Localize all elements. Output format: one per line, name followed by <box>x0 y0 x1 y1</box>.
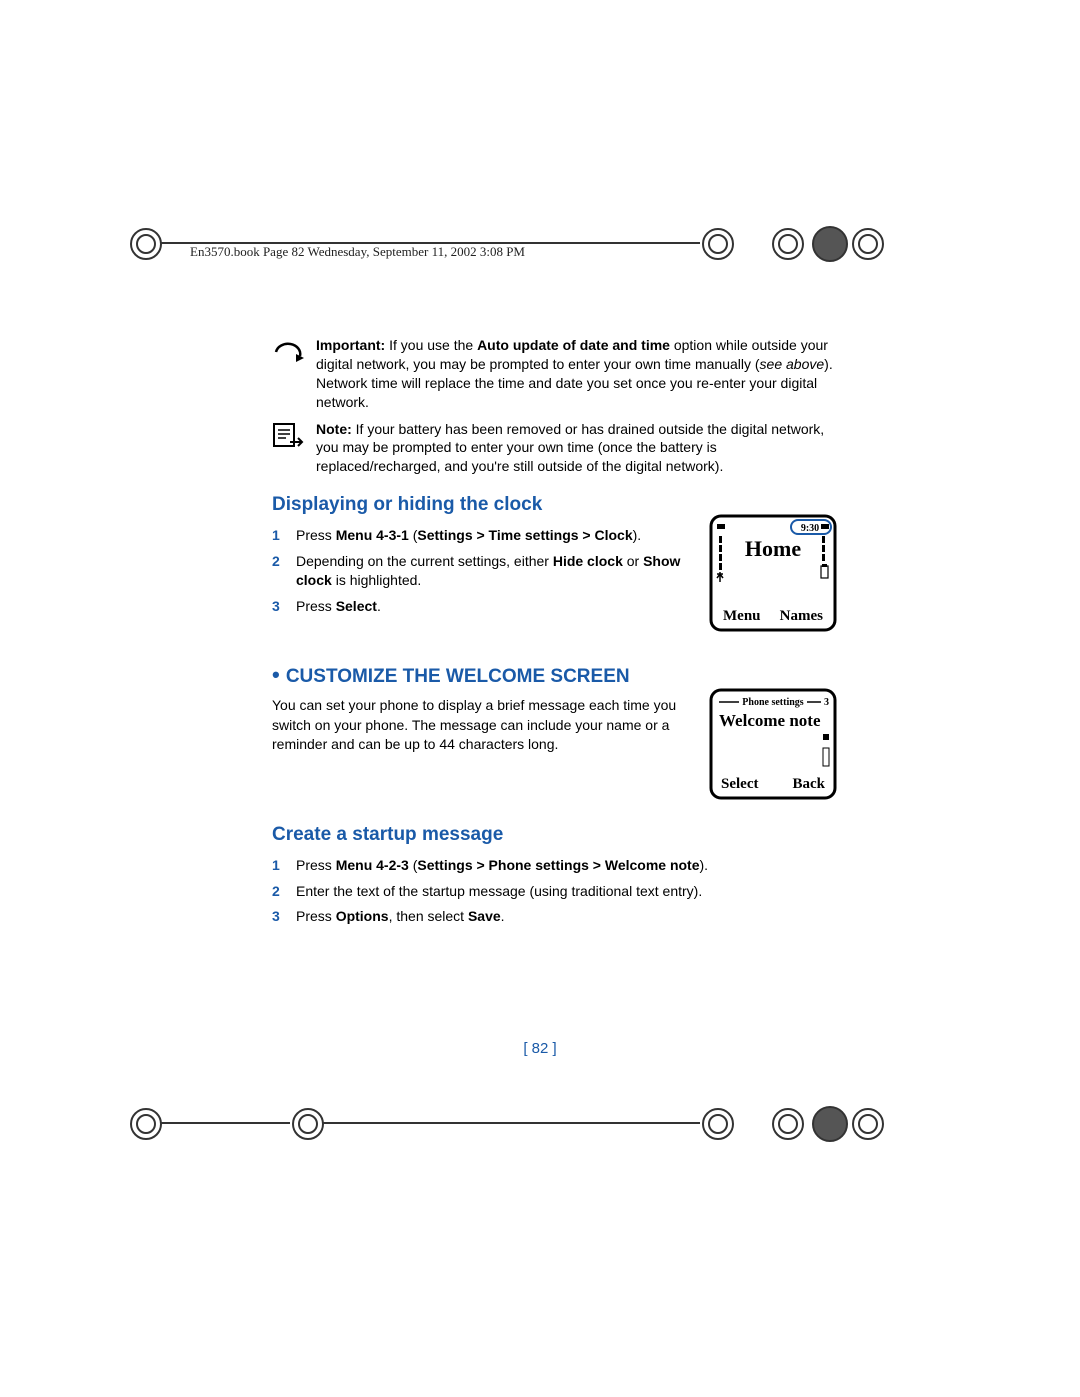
page-number: [ 82 ] <box>0 1040 1080 1057</box>
step-2: 2 Depending on the current settings, eit… <box>272 552 699 591</box>
heading-customize-welcome: Customize the welcome screen <box>272 662 837 688</box>
section-display-clock: 9:30 Home Menu N <box>272 494 837 638</box>
svg-text:Welcome note: Welcome note <box>719 711 821 730</box>
startup-step-3: 3 Press Options, then select Save. <box>272 907 837 927</box>
svg-text:9:30: 9:30 <box>801 523 819 534</box>
document-page: En3570.book Page 82 Wednesday, September… <box>0 0 1080 1397</box>
phone-screen-welcome: Phone settings 3 Welcome note Select Bac… <box>709 688 837 800</box>
startup-step-2: 2 Enter the text of the startup message … <box>272 882 837 902</box>
svg-text:Home: Home <box>745 536 801 561</box>
svg-text:Phone settings: Phone settings <box>742 697 804 708</box>
heading-display-clock: Displaying or hiding the clock <box>272 494 837 516</box>
important-block: Important: If you use the Auto update of… <box>272 336 837 412</box>
note-icon <box>272 422 304 450</box>
page-header: En3570.book Page 82 Wednesday, September… <box>190 244 525 260</box>
step-3: 3 Press Select. <box>272 597 699 617</box>
section-customize-welcome: Phone settings 3 Welcome note Select Bac… <box>272 662 837 806</box>
svg-text:Names: Names <box>780 608 823 624</box>
heading-create-startup: Create a startup message <box>272 824 837 846</box>
note-block: Note: If your battery has been removed o… <box>272 420 837 477</box>
important-icon <box>272 338 306 366</box>
startup-step-1: 1 Press Menu 4-2-3 (Settings > Phone set… <box>272 856 837 876</box>
phone-screen-home: 9:30 Home Menu N <box>709 514 837 632</box>
svg-text:Select: Select <box>721 776 758 792</box>
step-1: 1 Press Menu 4-3-1 (Settings > Time sett… <box>272 526 699 546</box>
important-text: Important: If you use the Auto update of… <box>316 336 837 412</box>
svg-text:3: 3 <box>824 697 829 708</box>
svg-text:Back: Back <box>792 776 825 792</box>
page-content: Important: If you use the Auto update of… <box>272 336 837 933</box>
svg-text:Menu: Menu <box>723 608 761 624</box>
note-text: Note: If your battery has been removed o… <box>316 420 837 477</box>
